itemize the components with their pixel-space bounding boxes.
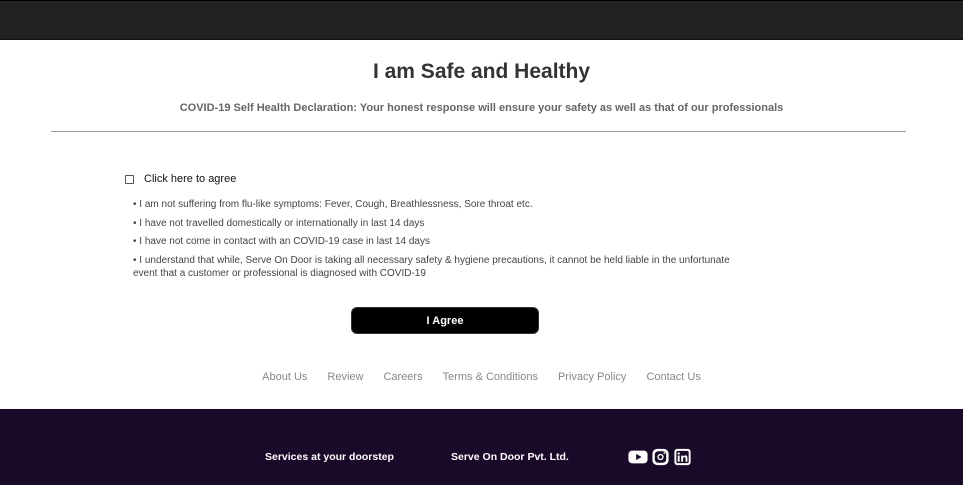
footer-link-about-us[interactable]: About Us xyxy=(262,371,307,383)
instagram-icon[interactable] xyxy=(651,448,670,466)
declaration-point: • I have not come in contact with an COV… xyxy=(133,236,430,247)
youtube-icon[interactable] xyxy=(628,448,648,466)
declaration-points: • I am not suffering from flu-like sympt… xyxy=(133,198,733,285)
declaration-point: • I am not suffering from flu-like sympt… xyxy=(133,199,533,210)
agree-checkbox[interactable] xyxy=(125,174,134,184)
agree-button[interactable]: I Agree xyxy=(351,307,539,334)
footer-tagline: Services at your doorstep xyxy=(265,451,394,463)
agree-checkbox-label: Click here to agree xyxy=(144,173,237,185)
footer-links: About Us Review Careers Terms & Conditio… xyxy=(0,371,963,383)
footer-link-terms[interactable]: Terms & Conditions xyxy=(443,371,538,383)
divider xyxy=(51,131,906,132)
footer-link-review[interactable]: Review xyxy=(327,371,363,383)
footer-bar xyxy=(0,409,963,485)
agree-checkbox-row[interactable]: Click here to agree xyxy=(125,171,236,187)
footer-link-privacy[interactable]: Privacy Policy xyxy=(558,371,626,383)
declaration-point: • I have not travelled domestically or i… xyxy=(133,217,425,229)
top-bar xyxy=(0,0,963,40)
linkedin-icon[interactable] xyxy=(673,448,692,466)
footer-link-careers[interactable]: Careers xyxy=(383,371,422,383)
footer-company: Serve On Door Pvt. Ltd. xyxy=(451,451,569,463)
page-subtitle: COVID-19 Self Health Declaration: Your h… xyxy=(179,102,784,114)
declaration-point: • I understand that while, Serve On Door… xyxy=(133,254,730,279)
page-title: I am Safe and Healthy xyxy=(372,60,591,83)
footer-link-contact[interactable]: Contact Us xyxy=(646,371,700,383)
social-links xyxy=(628,448,692,466)
